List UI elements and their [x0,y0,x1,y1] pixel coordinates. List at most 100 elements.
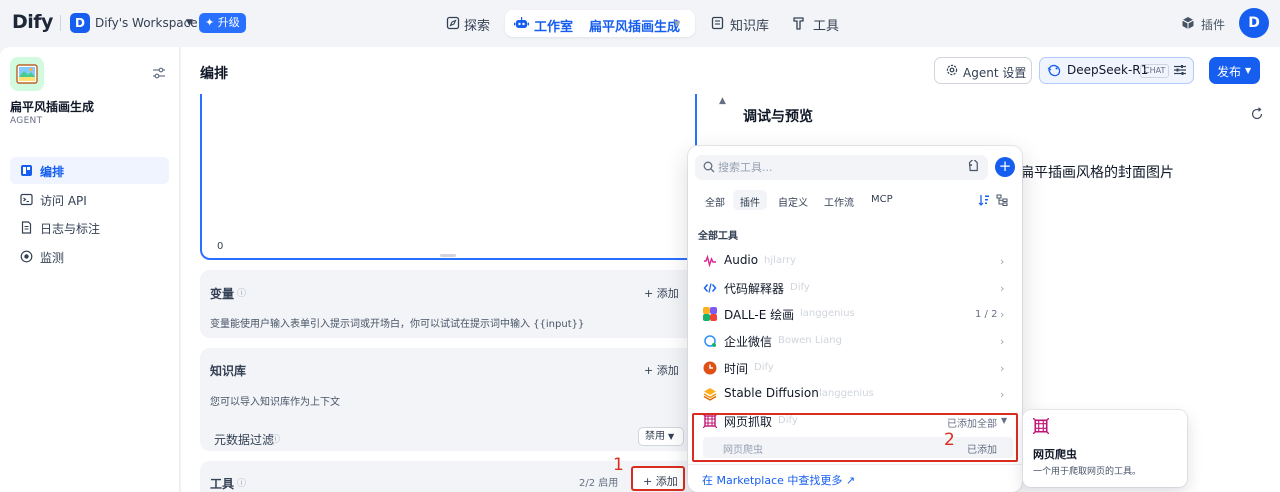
chevron-down-icon[interactable]: ▼ [674,19,680,28]
tool-added-count: 1 / 2 [975,309,998,320]
nav-studio-label[interactable]: 工作室 [534,16,573,35]
workspace-name[interactable]: Dify's Workspace [95,16,198,30]
tool-author: hjlarry [764,255,796,266]
audio-icon [703,254,717,268]
prompt-editor[interactable] [200,94,697,260]
file-list-icon [20,221,33,234]
highlight-box [692,413,1018,462]
marketplace-link[interactable]: 在 Marketplace 中查找更多 ↗ [702,472,855,488]
add-knowledge-button[interactable]: + 添加 [644,362,679,378]
nav-explore[interactable]: 探索 [464,15,490,34]
tool-item-time[interactable]: 时间 [724,360,748,377]
app-icon [10,57,44,91]
tab-workflow[interactable]: 工作流 [824,194,854,209]
tool-author: langgenius [819,388,874,399]
chevron-down-icon: ▼ [668,432,675,441]
compass-icon[interactable] [446,16,460,30]
robot-icon [514,16,529,30]
tooltip-title: 网页爬虫 [1033,448,1077,461]
search-icon [703,161,715,173]
chevron-down-icon[interactable]: ▼ [186,18,193,28]
web-scraper-icon [1033,418,1049,434]
help-icon[interactable]: ⓘ [271,432,280,445]
tab-custom[interactable]: 自定义 [778,194,808,209]
sidebar-item-monitor[interactable] [10,242,169,269]
tool-item-dalle[interactable]: DALL-E 绘画 [724,306,794,323]
sidebar-item-label: 日志与标注 [40,222,101,236]
clock-icon [703,361,717,375]
sidebar-item-label: 监测 [40,251,65,265]
tab-all[interactable]: 全部 [705,194,725,209]
chat-message: 扁平插画风格的封面图片 [1020,165,1174,181]
divider [688,464,1022,465]
cube-icon[interactable] [1181,16,1195,30]
metadata-filter-title: 元数据过滤 [214,433,275,447]
chevron-right-icon[interactable]: › [1000,388,1004,401]
tool-item-audio[interactable]: Audio [724,253,758,267]
chevron-down-icon: ▼ [1245,66,1252,75]
tool-author: langgenius [800,308,855,319]
deepseek-icon [1046,62,1063,79]
nav-tools[interactable]: 工具 [813,15,839,34]
chevron-right-icon[interactable]: › [1000,255,1004,268]
sort-icon[interactable] [978,194,990,206]
user-avatar[interactable]: D [1239,8,1269,38]
code-icon [703,281,717,295]
knowledge-title: 知识库 [210,364,247,378]
sidebar-item-api[interactable] [10,185,169,212]
hammer-icon[interactable] [792,16,805,30]
tab-mcp[interactable]: MCP [871,194,893,205]
sidebar-item-orchestrate[interactable] [10,157,169,184]
tool-item-code-interpreter[interactable]: 代码解释器 [724,280,784,297]
nav-knowledge[interactable]: 知识库 [730,15,769,34]
annotation-2: 2 [944,430,955,450]
sidebar-item-label: 访问 API [40,194,87,208]
help-icon[interactable]: ⓘ [237,286,246,299]
model-name: DeepSeek-R1 [1067,63,1149,77]
resize-handle[interactable] [440,254,456,257]
prompt-char-count: 0 [217,241,224,252]
layout-icon [20,164,33,177]
collapse-sidebar-icon[interactable] [152,66,166,80]
chevron-right-icon[interactable]: › [1000,308,1004,321]
debug-title: 调试与预览 [743,109,813,125]
wecom-icon [703,334,717,348]
app-type: AGENT [10,116,43,126]
metadata-filter-select[interactable]: 禁用 ▼ [638,427,684,446]
tool-item-stable-diffusion[interactable]: Stable Diffusion [724,386,819,400]
tooltip-description: 一个用于爬取网页的工具。 [1033,467,1142,477]
tree-view-icon[interactable] [996,194,1008,206]
chevron-right-icon[interactable]: › [1000,362,1004,375]
tool-search-input[interactable] [718,155,958,180]
annotation-1: 1 [613,455,624,475]
sliders-icon[interactable] [1173,63,1187,77]
scroll-up-icon[interactable]: ▲ [719,96,726,106]
help-icon[interactable]: ⓘ [237,476,246,489]
variables-description: 变量能使用户输入表单引入提示词或开场白，你可以试试在提示词中输入 {{input… [210,319,585,330]
tools-title: 工具 [210,477,235,491]
sidebar-item-label: 编排 [40,165,65,179]
current-app-selector[interactable]: 扁平风插画生成 [589,16,680,35]
plugins-button[interactable]: 插件 [1201,16,1225,33]
add-variable-button[interactable]: + 添加 [644,285,679,301]
gear-icon [946,64,958,76]
upgrade-button[interactable]: ✦ 升级 [199,13,246,33]
tool-item-wecom[interactable]: 企业微信 [724,333,772,350]
tag-icon[interactable] [966,160,980,174]
refresh-icon[interactable] [1250,107,1264,121]
chevron-right-icon[interactable]: › [1000,335,1004,348]
tab-plugins[interactable]: 插件 [740,194,760,209]
section-title: 全部工具 [698,231,738,242]
chevron-right-icon[interactable]: › [1000,282,1004,295]
add-tool-label: + 添加 [643,475,678,488]
create-tool-button[interactable]: + [995,157,1015,177]
app-name: 扁平风插画生成 [10,100,95,114]
dify-logo[interactable]: Dify [12,11,53,33]
agent-settings-label: Agent 设置 [963,66,1027,80]
variables-title: 变量 [210,287,235,301]
workspace-avatar[interactable]: D [70,13,90,33]
book-icon[interactable] [711,16,724,30]
metadata-filter-value: 禁用 [645,431,665,442]
tool-author: Bowen Liang [778,335,842,346]
tool-author: Dify [754,362,774,373]
